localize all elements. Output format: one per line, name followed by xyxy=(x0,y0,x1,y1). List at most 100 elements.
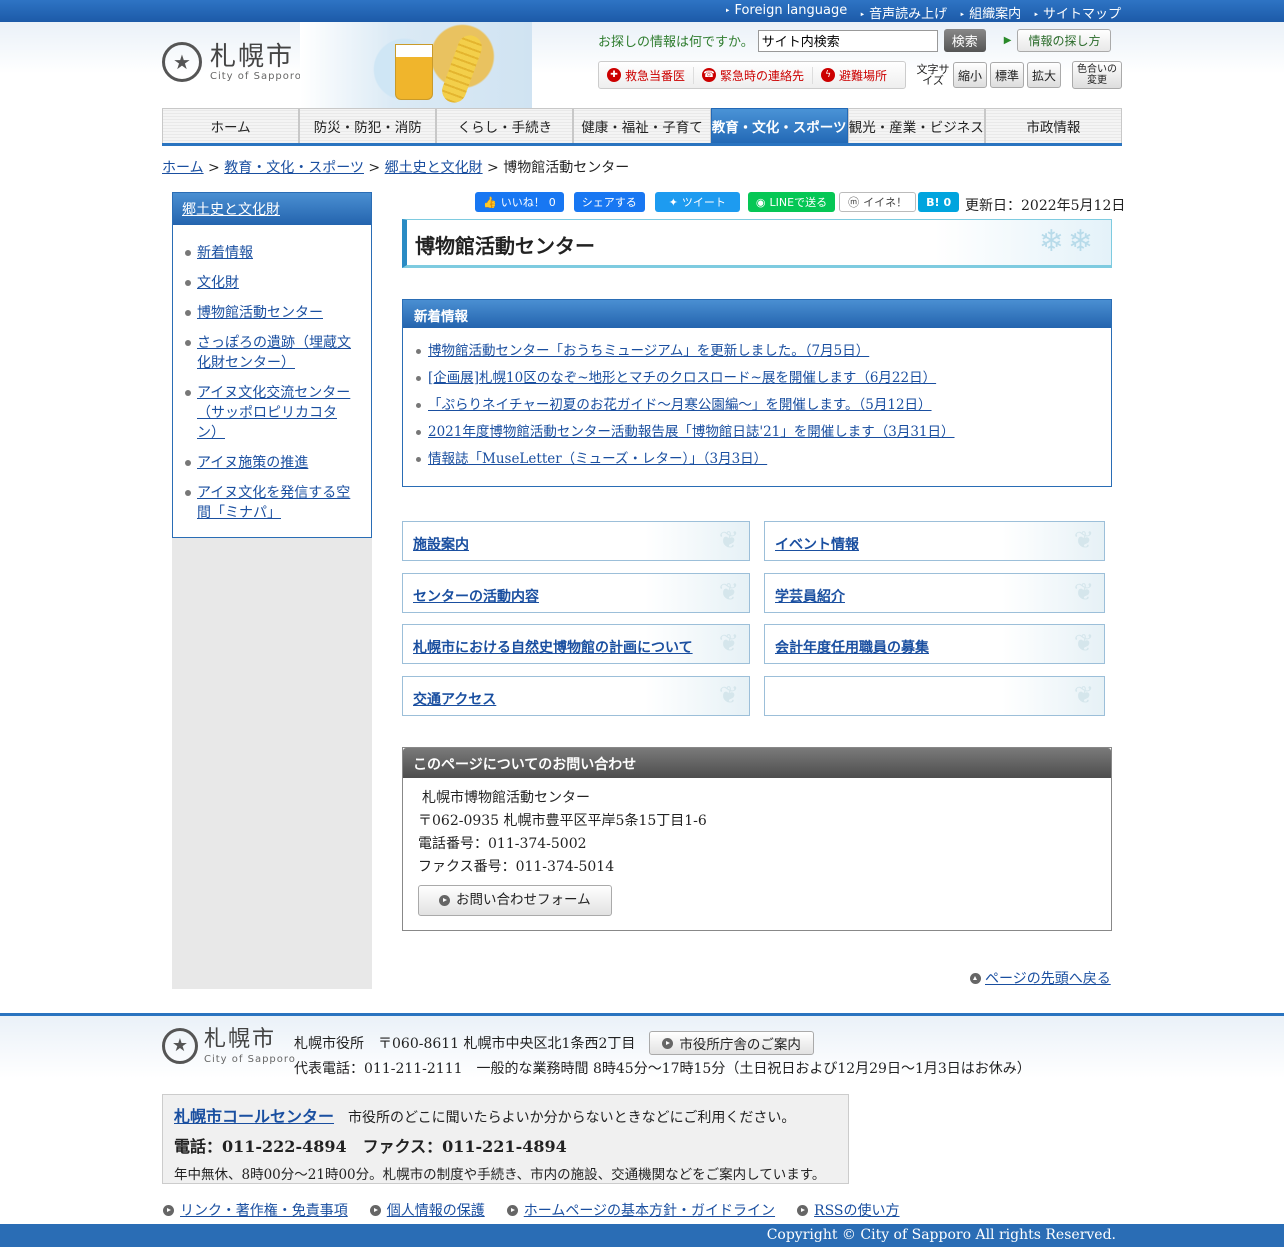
card-facility: 施設案内 ❦ xyxy=(402,521,750,561)
circle-arrow-icon xyxy=(439,895,450,906)
breadcrumb-sep: > xyxy=(482,160,504,176)
organization-link[interactable]: 組織案内 xyxy=(959,3,1021,22)
font-size-label: 文字サイズ xyxy=(916,63,950,87)
sidebar-item-ruins[interactable]: さっぽろの遺跡（埋蔵文化財センター） xyxy=(197,335,351,371)
breadcrumb-home[interactable]: ホーム xyxy=(162,160,204,176)
line-button[interactable]: ◉ LINEで送る xyxy=(747,192,836,212)
search-howto-button[interactable]: ▶ 情報の探し方 xyxy=(1004,29,1112,52)
sidebar-item: 博物館活動センター xyxy=(183,303,357,323)
sidebar-item: 新着情報 xyxy=(183,243,357,263)
foreign-language-link[interactable]: Foreign language xyxy=(725,3,847,22)
color-change-button[interactable]: 色合いの変更 xyxy=(1072,61,1122,89)
card-recruitment-link[interactable]: 会計年度任用職員の募集 xyxy=(775,640,929,656)
font-size-controls: 文字サイズ 縮小 標準 拡大 xyxy=(916,62,1061,88)
sidebar-item-ainu-center[interactable]: アイヌ文化交流センター（サッポロピリカコタン） xyxy=(197,385,350,441)
card-curators: 学芸員紹介 ❦ xyxy=(764,573,1105,613)
emergency-doctor-label: 救急当番医 xyxy=(625,68,686,83)
font-normal-button[interactable]: 標準 xyxy=(990,62,1024,88)
sidebar-item: アイヌ文化交流センター（サッポロピリカコタン） xyxy=(183,383,357,443)
nav-city-admin[interactable]: 市政情報 xyxy=(984,108,1122,143)
emergency-contact-label: 緊急時の連絡先 xyxy=(720,68,805,83)
tweet-label: ツイート xyxy=(681,196,726,209)
triangle-right-icon: ▶ xyxy=(1003,35,1012,46)
sidebar-item-news[interactable]: 新着情報 xyxy=(197,245,253,261)
inquiry-form-button[interactable]: お問い合わせフォーム xyxy=(418,885,612,916)
facebook-share-button[interactable]: シェアする xyxy=(573,192,645,212)
breadcrumb-education[interactable]: 教育・文化・スポーツ xyxy=(224,160,364,176)
contact-address: 〒062-0935 札幌市豊平区平岸5条15丁目1-6 xyxy=(418,813,707,829)
site-search: お探しの情報は何ですか。 検索 ▶ 情報の探し方 xyxy=(598,29,1112,52)
news-link[interactable]: 「ぷらりネイチャー初夏のお花ガイド～月寒公園編～」を開催します。（5月12日） xyxy=(428,397,932,413)
site-logo[interactable]: ★ 札幌市 City of Sapporo xyxy=(162,42,302,82)
sidebar-item-cultural-assets[interactable]: 文化財 xyxy=(197,275,239,291)
news-link[interactable]: 2021年度博物館活動センター活動報告展「博物館日誌'21」を開催します（3月3… xyxy=(428,424,955,440)
footer-link-rss[interactable]: RSSの使い方 xyxy=(814,1200,899,1220)
read-aloud-link[interactable]: 音声読み上げ xyxy=(859,3,947,22)
facebook-like-button[interactable]: 👍 いいね！ 0 xyxy=(475,192,564,212)
tweet-button[interactable]: ✦ ツイート xyxy=(654,192,740,212)
phone-icon: ☎ xyxy=(702,68,717,82)
nav-tourism[interactable]: 観光・産業・ビジネス xyxy=(847,108,985,143)
footer-logo-name-en: City of Sapporo xyxy=(204,1054,296,1065)
search-button[interactable]: 検索 xyxy=(943,29,986,52)
call-center-link[interactable]: 札幌市コールセンター xyxy=(174,1103,334,1127)
leaf-icon: ❦ xyxy=(718,526,739,554)
sidebar-item: アイヌ文化を発信する空間「ミナパ」 xyxy=(183,483,357,523)
sitemap-link[interactable]: サイトマップ xyxy=(1033,3,1121,22)
nav-education[interactable]: 教育・文化・スポーツ xyxy=(710,108,848,143)
news-link[interactable]: [企画展]札幌10区のなぞ~地形とマチのクロスロード~展を開催します（6月22日… xyxy=(428,370,936,386)
hatena-count: 0 xyxy=(943,195,952,209)
line-label: LINEで送る xyxy=(769,196,828,209)
snowflake-icon: ❄❄ xyxy=(1038,224,1097,259)
city-hall-guide-button[interactable]: 市役所庁舎のご案内 xyxy=(649,1031,814,1055)
arrow-up-icon xyxy=(970,972,981,984)
sidebar-item: アイヌ施策の推進 xyxy=(183,453,357,473)
card-events-link[interactable]: イベント情報 xyxy=(775,537,859,553)
search-input[interactable] xyxy=(757,29,938,52)
nav-health[interactable]: 健康・福祉・子育て xyxy=(573,108,711,143)
nav-disaster[interactable]: 防災・防犯・消防 xyxy=(299,108,437,143)
nav-home[interactable]: ホーム xyxy=(162,108,300,143)
like-count: 0 xyxy=(548,195,556,209)
font-small-button[interactable]: 縮小 xyxy=(953,62,987,88)
circle-arrow-icon xyxy=(506,1204,518,1216)
sidebar-item-ainu-policy[interactable]: アイヌ施策の推進 xyxy=(197,455,308,471)
sidebar-item-museum-center[interactable]: 博物館活動センター xyxy=(197,305,323,321)
back-to-top: ページの先頭へ戻る xyxy=(970,968,1111,988)
sidebar-item-minapa[interactable]: アイヌ文化を発信する空間「ミナパ」 xyxy=(197,485,350,521)
global-nav: ホーム 防災・防犯・消防 くらし・手続き 健康・福祉・子育て 教育・文化・スポー… xyxy=(162,108,1122,146)
leaf-icon: ❦ xyxy=(718,681,739,709)
emergency-contact-link[interactable]: ☎ 緊急時の連絡先 xyxy=(694,66,814,84)
font-large-button[interactable]: 拡大 xyxy=(1027,62,1061,88)
footer-address-row: 札幌市役所 〒060-8611 札幌市中央区北1条西2丁目 市役所庁舎のご案内 xyxy=(294,1031,814,1055)
footer-link-privacy[interactable]: 個人情報の保護 xyxy=(387,1200,485,1220)
nav-living[interactable]: くらし・手続き xyxy=(436,108,574,143)
news-link[interactable]: 博物館活動センター「おうちミュージアム」を更新しました。（7月5日） xyxy=(428,343,869,359)
footer-link-copyright[interactable]: リンク・著作権・免責事項 xyxy=(180,1200,348,1220)
card-activities-link[interactable]: センターの活動内容 xyxy=(413,589,539,605)
sidebar-title-link[interactable]: 郷土史と文化財 xyxy=(182,202,280,218)
evacuation-link[interactable]: ϟ 避難場所 xyxy=(813,67,895,84)
list-item: 2021年度博物館活動センター活動報告展「博物館日誌'21」を開催します（3月3… xyxy=(415,419,1111,446)
breadcrumb-sep: > xyxy=(363,160,385,176)
card-curators-link[interactable]: 学芸員紹介 xyxy=(775,589,845,605)
site-footer: ★ 札幌市 City of Sapporo 札幌市役所 〒060-8611 札幌… xyxy=(0,1013,1284,1223)
footer-link-guidelines[interactable]: ホームページの基本方針・ガイドライン xyxy=(524,1200,775,1220)
emergency-doctor-link[interactable]: ✚ 救急当番医 xyxy=(599,66,695,84)
call-center-hours: 年中無休、8時00分～21時00分。札幌市の制度や手続き、市内の施設、交通機関な… xyxy=(174,1167,826,1183)
list-item: 情報誌「MuseLetter（ミューズ・レター）」（3月3日） xyxy=(415,446,1111,473)
mixi-button[interactable]: ⓜ イイネ！ xyxy=(839,192,917,212)
breadcrumb-history[interactable]: 郷土史と文化財 xyxy=(385,160,483,176)
footer-link-item: ホームページの基本方針・ガイドライン xyxy=(506,1200,775,1220)
footer-address: 札幌市役所 〒060-8611 札幌市中央区北1条西2丁目 xyxy=(294,1036,636,1052)
hatena-button[interactable]: B! 0 xyxy=(918,192,960,212)
card-access-link[interactable]: 交通アクセス xyxy=(413,692,496,708)
inquiry-form-label: お問い合わせフォーム xyxy=(456,892,591,908)
card-facility-link[interactable]: 施設案内 xyxy=(413,537,469,553)
city-hall-guide-label: 市役所庁舎のご案内 xyxy=(679,1037,801,1053)
back-to-top-link[interactable]: ページの先頭へ戻る xyxy=(985,968,1111,988)
card-museum-plan-link[interactable]: 札幌市における自然史博物館の計画について xyxy=(413,640,693,656)
footer-link-item: RSSの使い方 xyxy=(797,1200,900,1220)
news-link[interactable]: 情報誌「MuseLetter（ミューズ・レター）」（3月3日） xyxy=(428,451,767,467)
contact-org: 札幌市博物館活動センター xyxy=(422,790,590,806)
